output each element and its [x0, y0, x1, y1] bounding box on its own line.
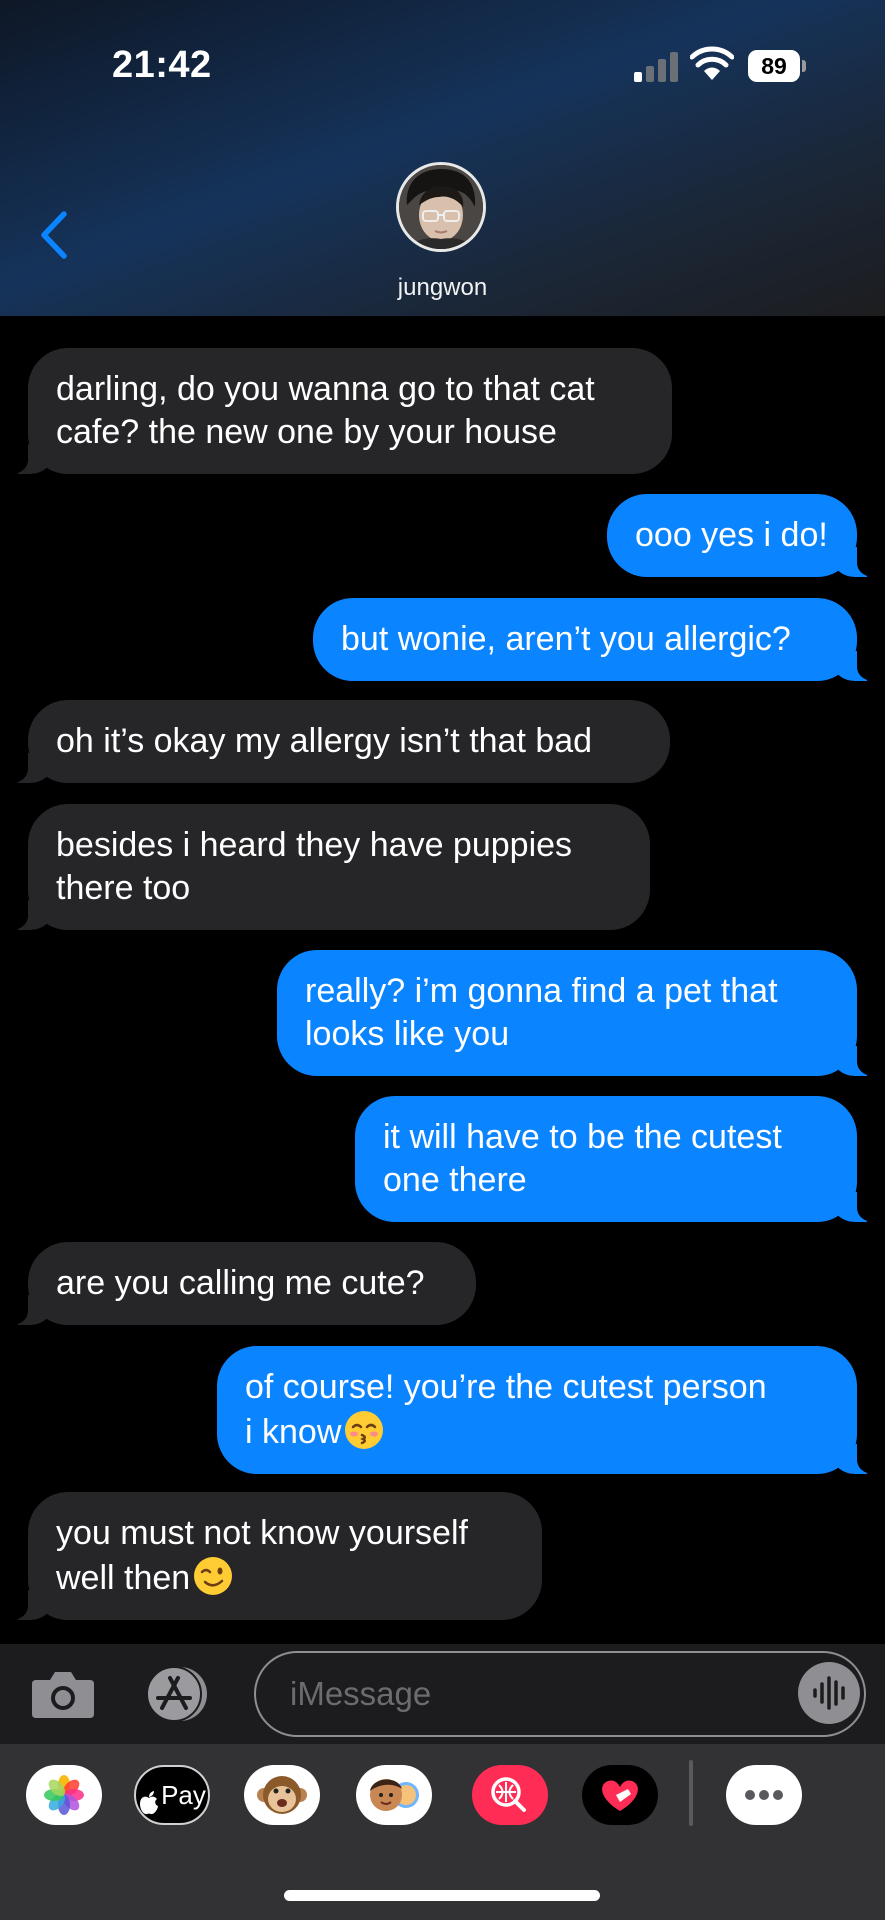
- compose-bar: [0, 1644, 885, 1744]
- message-text: i know: [245, 1413, 342, 1451]
- app-store-icon[interactable]: [140, 1664, 216, 1724]
- kissing-face-icon: [345, 1411, 384, 1449]
- incoming-message-bubble[interactable]: besides i heard they have puppies there …: [2, 804, 650, 930]
- message-text: well then: [56, 1559, 191, 1597]
- app-strip-divider: [689, 1760, 693, 1826]
- app-drawer: Pay: [0, 1744, 885, 1920]
- message-line: but wonie, aren’t you allergic?: [341, 620, 791, 658]
- home-indicator[interactable]: [284, 1890, 600, 1901]
- animoji-app-icon[interactable]: [244, 1765, 320, 1825]
- cellular-signal-icon: [634, 50, 680, 82]
- message-line: ooo yes i do!: [635, 516, 828, 554]
- digital-touch-app-icon[interactable]: [582, 1765, 658, 1825]
- winking-face-icon: [194, 1557, 233, 1595]
- apple-pay-app-icon[interactable]: Pay: [134, 1765, 210, 1825]
- conversation-header: 21:42 89 jungwon: [0, 0, 885, 316]
- outgoing-message-bubble[interactable]: of course! you’re the cutest person i kn…: [217, 1346, 883, 1474]
- incoming-message-bubble[interactable]: darling, do you wanna go to that cat caf…: [2, 348, 672, 474]
- status-time: 21:42: [112, 44, 212, 86]
- apple-pay-label: Pay: [161, 1780, 206, 1810]
- message-line: besides i heard they have puppies: [56, 826, 573, 864]
- battery-icon: 89: [748, 50, 806, 82]
- wifi-icon: [690, 46, 734, 80]
- message-line: there too: [56, 869, 191, 907]
- waveform-icon: [813, 1676, 845, 1710]
- message-line: oh it’s okay my allergy isn’t that bad: [56, 722, 593, 760]
- message-line: i know: [245, 1409, 829, 1454]
- incoming-message-bubble[interactable]: oh it’s okay my allergy isn’t that bad: [2, 700, 670, 783]
- camera-icon[interactable]: [30, 1666, 96, 1722]
- message-line: you must not know yourself: [56, 1514, 468, 1552]
- more-apps-icon[interactable]: [726, 1765, 802, 1825]
- outgoing-message-bubble[interactable]: but wonie, aren’t you allergic?: [313, 598, 883, 681]
- contact-name[interactable]: jungwon: [0, 274, 885, 302]
- outgoing-message-bubble[interactable]: really? i’m gonna find a pet that looks …: [277, 950, 883, 1076]
- message-line: really? i’m gonna find a pet that: [305, 972, 778, 1010]
- message-line: looks like you: [305, 1015, 510, 1053]
- memoji-app-icon[interactable]: [356, 1765, 432, 1825]
- message-line: are you calling me cute?: [56, 1264, 425, 1302]
- message-line: well then: [56, 1555, 514, 1600]
- audio-message-button[interactable]: [798, 1662, 860, 1724]
- message-line: one there: [383, 1161, 527, 1199]
- incoming-message-bubble[interactable]: are you calling me cute?: [2, 1242, 476, 1325]
- incoming-message-bubble[interactable]: you must not know yourself well then: [2, 1492, 542, 1620]
- apple-logo-icon: [140, 1791, 159, 1815]
- photos-app-icon[interactable]: [26, 1765, 102, 1825]
- message-thread: darling, do you wanna go to that cat caf…: [0, 316, 885, 1644]
- message-line: cafe? the new one by your house: [56, 413, 557, 451]
- outgoing-message-bubble[interactable]: ooo yes i do!: [607, 494, 883, 577]
- message-line: darling, do you wanna go to that cat: [56, 370, 595, 408]
- outgoing-message-bubble[interactable]: it will have to be the cutest one there: [355, 1096, 883, 1222]
- back-chevron-icon[interactable]: [36, 208, 72, 262]
- message-line: of course! you’re the cutest person: [245, 1368, 767, 1406]
- battery-level: 89: [748, 50, 800, 82]
- contact-avatar[interactable]: [396, 162, 486, 252]
- message-line: it will have to be the cutest: [383, 1118, 782, 1156]
- message-input[interactable]: [254, 1651, 866, 1737]
- image-search-app-icon[interactable]: [472, 1765, 548, 1825]
